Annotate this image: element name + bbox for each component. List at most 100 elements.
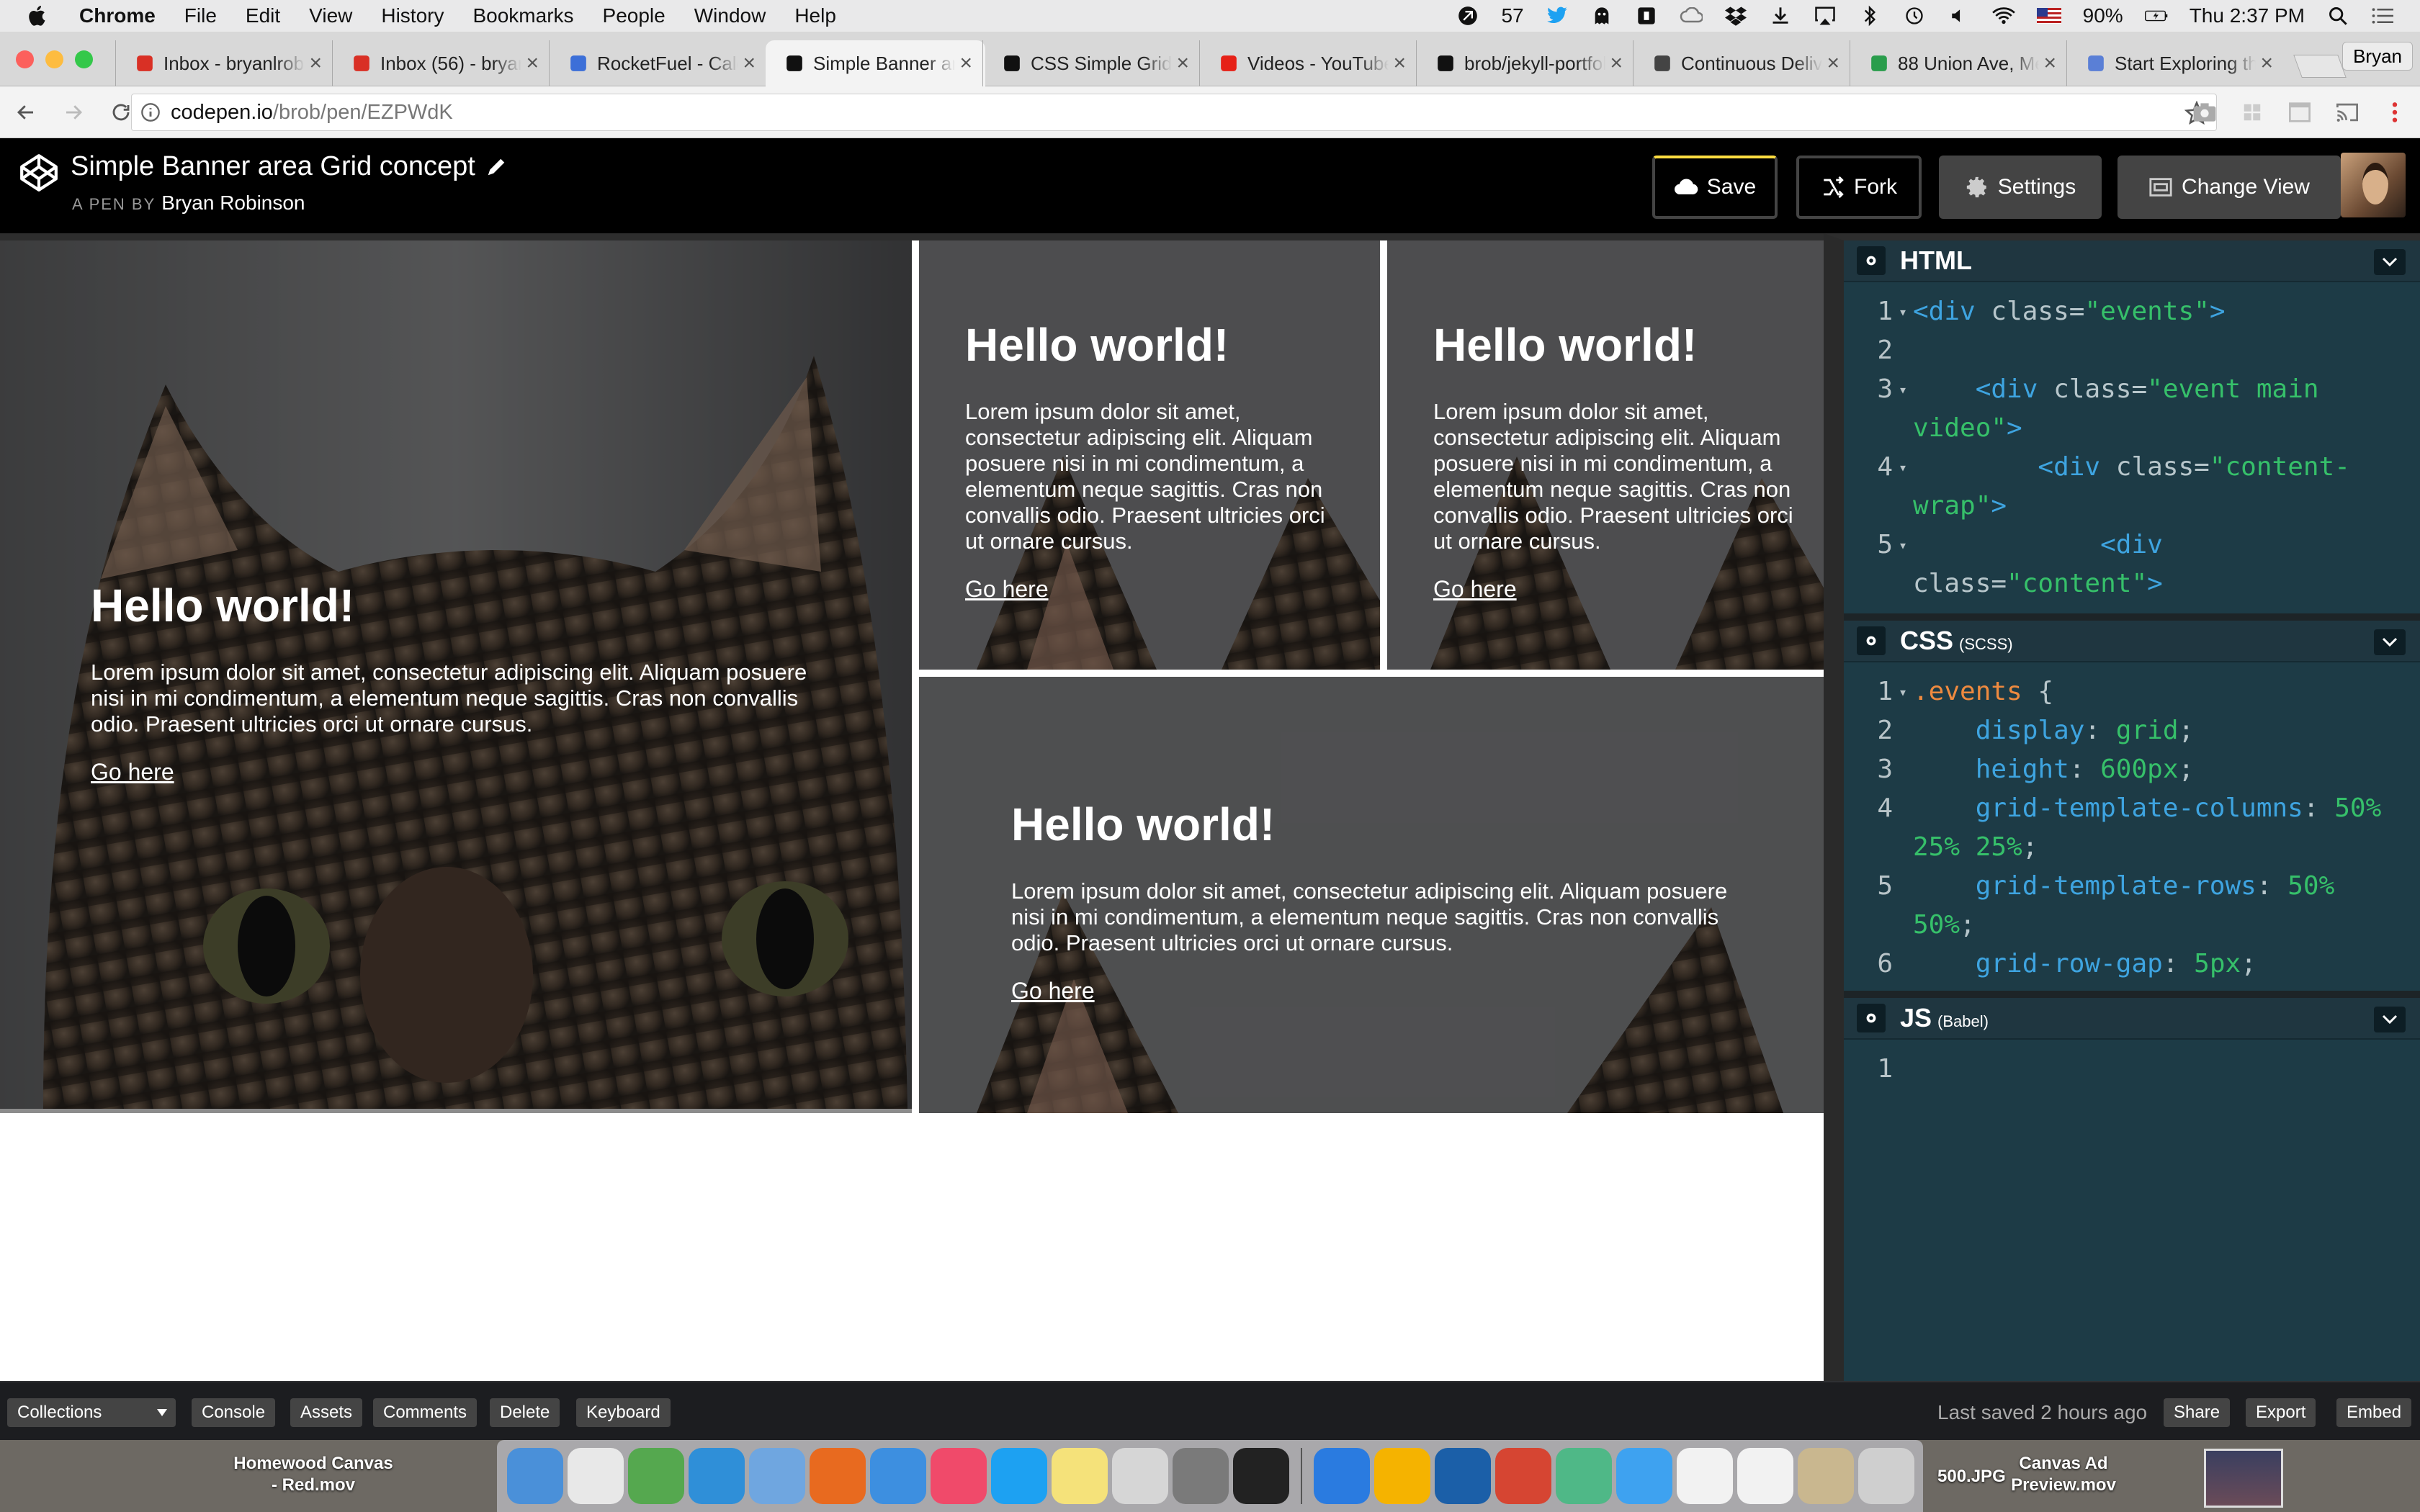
- tab-close-icon[interactable]: ×: [309, 51, 322, 76]
- browser-tab[interactable]: Videos - YouTube ×: [1199, 40, 1419, 86]
- js-code[interactable]: 1: [1844, 1040, 2420, 1089]
- clipboard-status-icon[interactable]: [1635, 4, 1658, 27]
- menu-people[interactable]: People: [603, 4, 666, 27]
- card-link[interactable]: Go here: [1433, 576, 1517, 602]
- menu-file[interactable]: File: [184, 4, 217, 27]
- creative-cloud-icon[interactable]: [1680, 4, 1703, 27]
- bluetooth-icon[interactable]: [1858, 4, 1881, 27]
- dock-app-icon[interactable]: [1233, 1448, 1289, 1504]
- spotlight-search-icon[interactable]: [2326, 4, 2349, 27]
- share-button[interactable]: Share: [2164, 1398, 2231, 1427]
- pen-author-link[interactable]: Bryan Robinson: [161, 192, 305, 214]
- dock-app-icon[interactable]: [628, 1448, 684, 1504]
- browser-tab[interactable]: Simple Banner area Grid×: [766, 40, 985, 86]
- console-button[interactable]: Console: [192, 1398, 276, 1427]
- notification-center-icon[interactable]: [2371, 4, 2394, 27]
- back-button[interactable]: [13, 99, 39, 125]
- browser-tab[interactable]: Start Exploring the ×: [2066, 40, 2286, 86]
- airplay-icon[interactable]: [1814, 4, 1837, 27]
- save-button[interactable]: Save: [1652, 156, 1778, 219]
- dock-file-icon[interactable]: [1737, 1448, 1793, 1504]
- menu-edit[interactable]: Edit: [246, 4, 280, 27]
- keyboard-button[interactable]: Keyboard: [576, 1398, 671, 1427]
- export-button[interactable]: Export: [2246, 1398, 2316, 1427]
- fork-button[interactable]: Fork: [1796, 156, 1922, 219]
- tab-close-icon[interactable]: ×: [959, 51, 972, 76]
- dock-app-icon[interactable]: [1435, 1448, 1491, 1504]
- address-bar[interactable]: codepen.io/brob/pen/EZPWdK: [131, 94, 2217, 131]
- download-status-icon[interactable]: [1769, 4, 1792, 27]
- dock-app-icon[interactable]: [1374, 1448, 1430, 1504]
- dock-app-icon[interactable]: [991, 1448, 1047, 1504]
- menu-window[interactable]: Window: [694, 4, 766, 27]
- card-link[interactable]: Go here: [965, 576, 1049, 602]
- volume-icon[interactable]: [1948, 4, 1971, 27]
- card-link[interactable]: Go here: [91, 759, 174, 785]
- dock-app-icon[interactable]: [931, 1448, 987, 1504]
- minimize-window-button[interactable]: [45, 50, 63, 68]
- pen-title[interactable]: Simple Banner area Grid concept: [71, 151, 507, 182]
- browser-tab[interactable]: RocketFuel - Calendar×: [549, 40, 768, 86]
- tab-close-icon[interactable]: ×: [526, 51, 539, 76]
- dock-file-icon[interactable]: [1798, 1448, 1854, 1504]
- desktop-file-label[interactable]: 500.JPG: [1937, 1466, 2006, 1488]
- browser-tab[interactable]: 88 Union Ave, Memphis×: [1850, 40, 2069, 86]
- wifi-icon[interactable]: [1991, 4, 2015, 27]
- menu-app-name[interactable]: Chrome: [79, 4, 156, 27]
- menu-view[interactable]: View: [309, 4, 352, 27]
- chevron-down-icon[interactable]: [2374, 629, 2406, 655]
- dock-app-icon[interactable]: [689, 1448, 745, 1504]
- collections-button[interactable]: Collections: [7, 1398, 176, 1427]
- dock-app-icon[interactable]: [749, 1448, 805, 1504]
- desktop-file-label[interactable]: Homewood Canvas - Red.mov: [216, 1453, 411, 1496]
- card-link[interactable]: Go here: [1011, 978, 1095, 1004]
- embed-button[interactable]: Embed: [2336, 1398, 2412, 1427]
- tab-close-icon[interactable]: ×: [1393, 51, 1406, 76]
- tab-close-icon[interactable]: ×: [1176, 51, 1189, 76]
- tab-close-icon[interactable]: ×: [2260, 51, 2273, 76]
- user-avatar[interactable]: [2341, 153, 2406, 217]
- dock-app-icon[interactable]: [507, 1448, 563, 1504]
- change-view-button[interactable]: Change View: [2118, 156, 2341, 219]
- camera-extension-icon[interactable]: [2191, 99, 2218, 125]
- twitter-status-icon[interactable]: [1546, 4, 1569, 27]
- dock-app-icon[interactable]: [1052, 1448, 1108, 1504]
- grid-extension-icon[interactable]: [2238, 99, 2266, 125]
- browser-tab[interactable]: CSS Simple Grid ×: [982, 40, 1202, 86]
- us-flag-icon[interactable]: [2036, 8, 2061, 24]
- forward-button[interactable]: [60, 99, 86, 125]
- codepen-logo-icon[interactable]: [19, 153, 59, 193]
- chevron-down-icon[interactable]: [2374, 249, 2406, 275]
- css-settings-gear-icon[interactable]: [1857, 626, 1886, 655]
- ghost-status-icon[interactable]: [1590, 4, 1613, 27]
- site-info-icon[interactable]: [140, 102, 161, 122]
- chevron-down-icon[interactable]: [2374, 1007, 2406, 1032]
- tab-close-icon[interactable]: ×: [2043, 51, 2056, 76]
- layout-extension-icon[interactable]: [2286, 99, 2313, 125]
- menu-history[interactable]: History: [381, 4, 444, 27]
- rocket-status-icon[interactable]: [1456, 4, 1479, 27]
- assets-button[interactable]: Assets: [290, 1398, 363, 1427]
- tab-close-icon[interactable]: ×: [1827, 51, 1839, 76]
- time-machine-icon[interactable]: [1903, 4, 1926, 27]
- tab-close-icon[interactable]: ×: [743, 51, 756, 76]
- delete-button[interactable]: Delete: [490, 1398, 560, 1427]
- dock-file-icon[interactable]: [1677, 1448, 1733, 1504]
- profile-button[interactable]: Bryan: [2342, 42, 2413, 71]
- js-settings-gear-icon[interactable]: [1857, 1004, 1886, 1032]
- tab-close-icon[interactable]: ×: [1610, 51, 1623, 76]
- zoom-window-button[interactable]: [75, 50, 93, 68]
- html-settings-gear-icon[interactable]: [1857, 246, 1886, 275]
- dock-app-icon[interactable]: [870, 1448, 926, 1504]
- dock-file-icon[interactable]: [1858, 1448, 1914, 1504]
- dock-app-icon[interactable]: [810, 1448, 866, 1504]
- close-window-button[interactable]: [16, 50, 34, 68]
- browser-tab[interactable]: Continuous Delivery×: [1633, 40, 1852, 86]
- dropbox-icon[interactable]: [1724, 4, 1747, 27]
- battery-icon[interactable]: [2144, 4, 2168, 27]
- menu-help[interactable]: Help: [794, 4, 836, 27]
- dock-app-icon[interactable]: [1616, 1448, 1672, 1504]
- dock-app-icon[interactable]: [1495, 1448, 1551, 1504]
- html-code[interactable]: 1 ▾ <div class="events"> 2 3 ▾ <div class="…: [1844, 282, 2420, 603]
- css-code[interactable]: 1 ▾ .events { 2 display: grid; 3 height: 6…: [1844, 662, 2420, 984]
